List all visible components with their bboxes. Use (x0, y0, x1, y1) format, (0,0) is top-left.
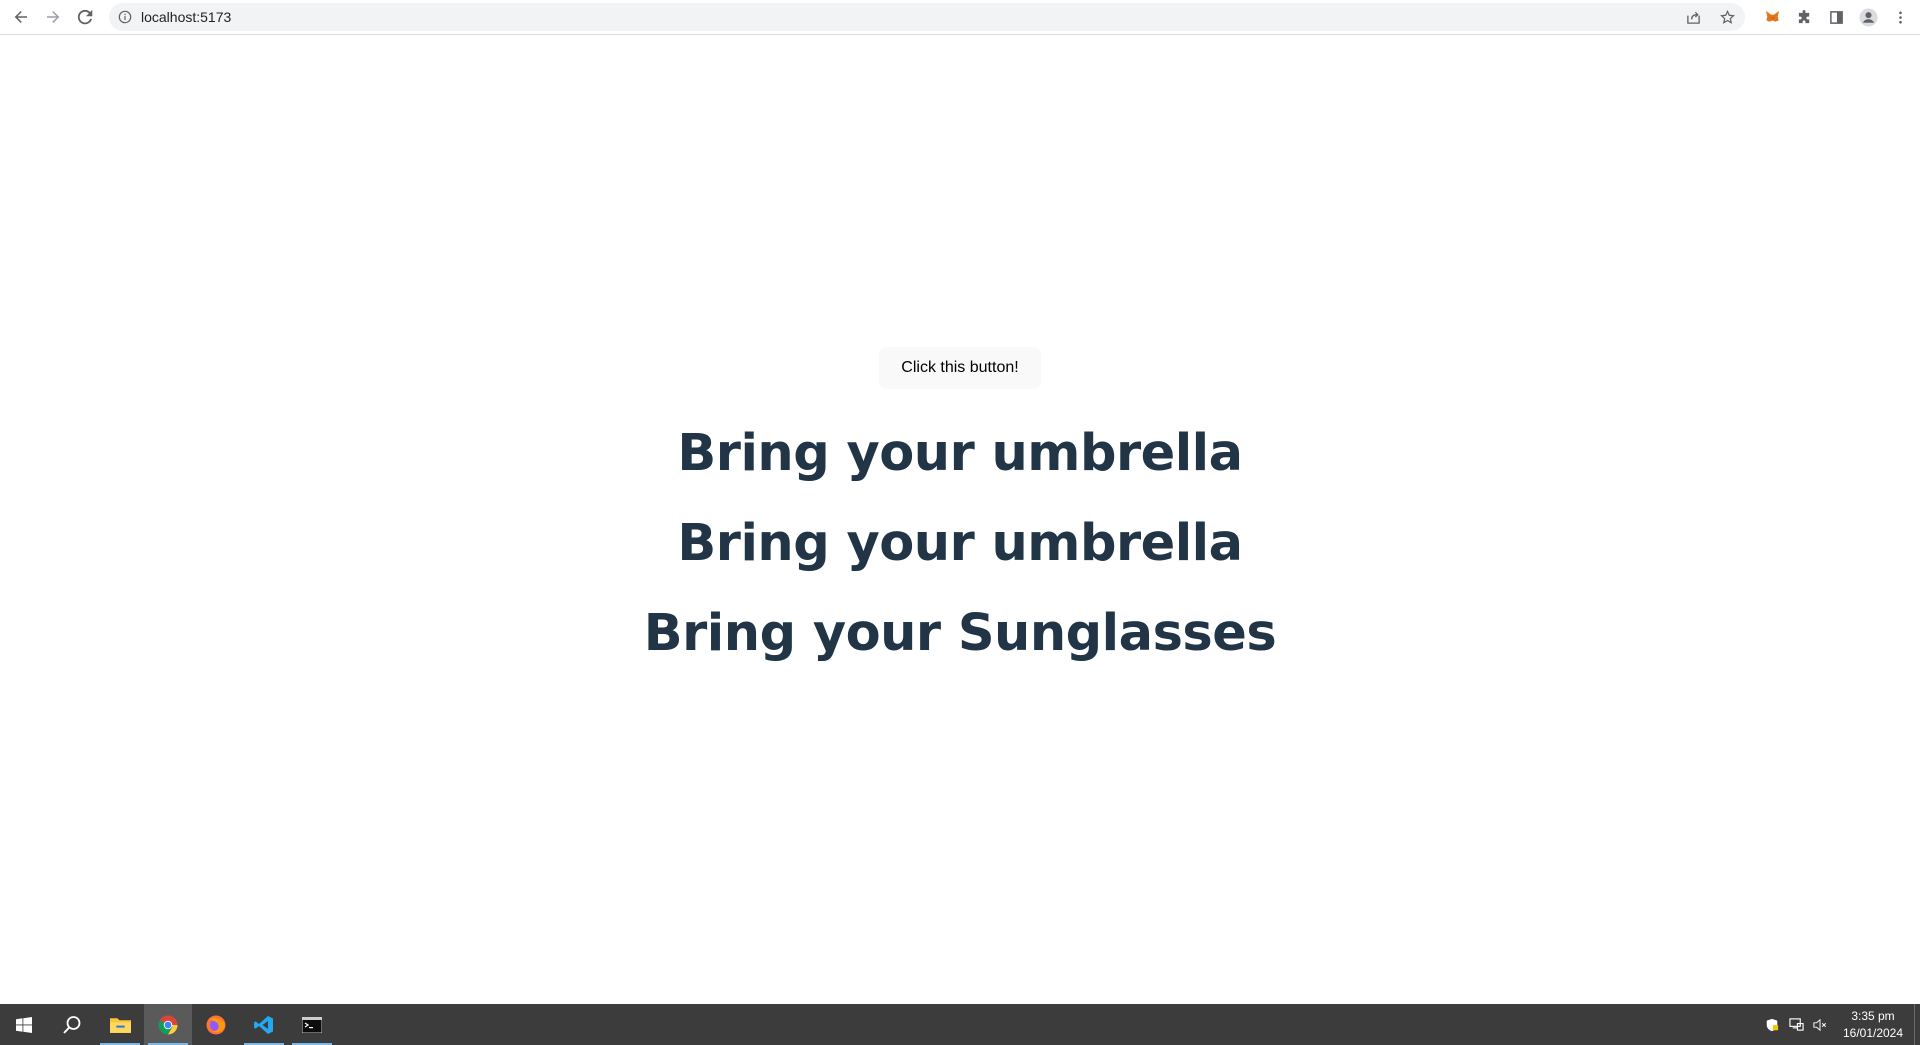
vscode-icon (254, 1015, 273, 1034)
extensions-puzzle-icon[interactable] (1794, 8, 1814, 28)
taskbar-terminal[interactable] (288, 1004, 336, 1045)
file-explorer-icon (109, 1018, 131, 1033)
address-bar[interactable]: localhost:5173 (109, 3, 1745, 31)
taskbar-vscode[interactable] (240, 1004, 288, 1045)
windows-start-icon (16, 1016, 32, 1033)
volume-muted-icon[interactable] (1808, 1004, 1832, 1045)
back-arrow-icon (14, 11, 27, 23)
taskbar: 3:35 pm 16/01/2024 (0, 1004, 1920, 1045)
firefox-icon (206, 1015, 226, 1034)
forward-button[interactable] (37, 1, 69, 33)
page-content: Click this button! Bring your umbrella B… (0, 36, 1920, 1004)
network-icon[interactable] (1784, 1004, 1808, 1045)
weather-message-1: Bring your umbrella (677, 424, 1243, 483)
clock-date: 16/01/2024 (1842, 1025, 1904, 1040)
search-button[interactable] (48, 1004, 96, 1045)
reload-icon (77, 9, 93, 25)
taskbar-file-explorer[interactable] (96, 1004, 144, 1045)
browser-toolbar: localhost:5173 (0, 0, 1920, 35)
profile-avatar-icon[interactable] (1858, 8, 1878, 28)
forward-arrow-icon (47, 11, 60, 23)
chrome-icon (158, 1015, 178, 1034)
metamask-extension-icon[interactable] (1762, 8, 1782, 28)
browser-menu-icon[interactable] (1890, 8, 1910, 28)
reload-button[interactable] (69, 1, 101, 33)
taskbar-clock[interactable]: 3:35 pm 16/01/2024 (1836, 1008, 1910, 1042)
weather-message-2: Bring your umbrella (677, 514, 1243, 573)
site-info-icon[interactable] (117, 9, 133, 25)
weather-message-3: Bring your Sunglasses (643, 604, 1277, 663)
start-button[interactable] (0, 1004, 48, 1045)
taskbar-chrome[interactable] (144, 1004, 192, 1045)
click-this-button[interactable]: Click this button! (879, 347, 1041, 389)
system-tray: 3:35 pm 16/01/2024 (1760, 1004, 1920, 1045)
security-shield-icon[interactable] (1760, 1004, 1784, 1045)
taskbar-firefox[interactable] (192, 1004, 240, 1045)
search-icon (63, 1015, 81, 1034)
show-desktop-button[interactable] (1914, 1004, 1920, 1045)
share-icon[interactable] (1683, 7, 1703, 27)
bookmark-star-icon[interactable] (1717, 7, 1737, 27)
side-panel-icon[interactable] (1826, 8, 1846, 28)
clock-time: 3:35 pm (1851, 1008, 1895, 1023)
back-button[interactable] (5, 1, 37, 33)
url-text: localhost:5173 (141, 9, 232, 25)
terminal-icon (302, 1016, 322, 1033)
